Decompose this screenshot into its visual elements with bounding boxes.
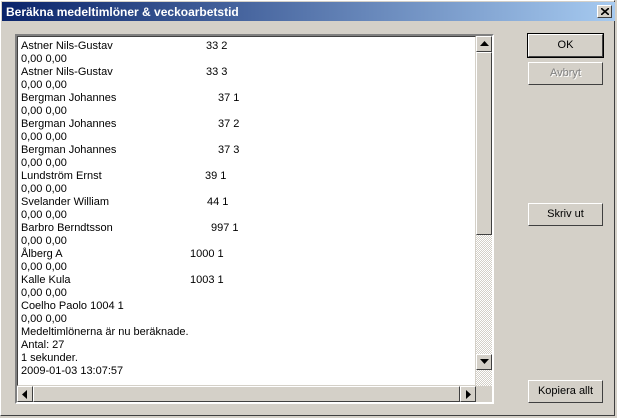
log-line: Bergman Johannes 37 3 (21, 144, 471, 157)
scrollbar-corner (476, 386, 492, 402)
log-line-text: Astner Nils-Gustav (21, 40, 113, 52)
scroll-left-button[interactable] (17, 386, 33, 402)
log-line: Barbro Berndtsson 997 1 (21, 222, 471, 235)
copy-all-button[interactable]: Kopiera allt (528, 380, 603, 403)
arrow-down-icon (480, 359, 489, 364)
arrow-left-icon (22, 390, 27, 399)
log-line-number: 1000 1 (190, 248, 224, 260)
log-line-text: 0,00 0,00 (21, 105, 67, 117)
log-line: 0,00 0,00 (21, 235, 471, 248)
log-line-number: 37 1 (218, 92, 240, 104)
log-line: Astner Nils-Gustav 33 3 (21, 66, 471, 79)
vertical-scroll-thumb[interactable] (476, 52, 492, 235)
log-line: Coelho Paolo 1004 1 (21, 300, 471, 313)
log-line-text: Svelander William (21, 196, 110, 208)
window-title: Beräkna medeltimlöner & veckoarbetstid (6, 5, 239, 19)
log-line: 0,00 0,00 (21, 209, 471, 222)
log-line-number: 39 1 (205, 170, 227, 182)
cancel-button[interactable]: Avbryt (528, 62, 603, 85)
log-line-text: Astner Nils-Gustav (21, 66, 113, 78)
log-line-text: Lundström Ernst (21, 170, 102, 182)
vertical-scrollbar[interactable] (476, 36, 492, 386)
log-line-text: 0,00 0,00 (21, 183, 67, 195)
scroll-right-button[interactable] (460, 386, 476, 402)
log-line-number: 33 3 (206, 66, 228, 78)
ok-button[interactable]: OK (527, 33, 604, 58)
log-line: 0,00 0,00 (21, 105, 471, 118)
log-line-text: Bergman Johannes (21, 92, 117, 104)
log-line-text: 0,00 0,00 (21, 235, 67, 247)
log-line: 1 sekunder. (21, 352, 471, 365)
log-line-number: 37 2 (218, 118, 240, 130)
print-button[interactable]: Skriv ut (528, 203, 603, 226)
horizontal-scroll-thumb[interactable] (33, 386, 460, 402)
arrow-right-icon (466, 390, 471, 399)
log-line-text: 0,00 0,00 (21, 131, 67, 143)
log-line-text: 0,00 0,00 (21, 287, 67, 299)
scroll-down-button[interactable] (476, 354, 492, 370)
log-line-text: 0,00 0,00 (21, 261, 67, 273)
log-line-number: 997 1 (211, 222, 239, 234)
horizontal-scrollbar[interactable] (17, 386, 476, 402)
log-line-text: 1 sekunder. (21, 352, 78, 364)
log-line: 0,00 0,00 (21, 79, 471, 92)
log-line: Bergman Johannes 37 2 (21, 118, 471, 131)
log-line-text: Kalle Kula (21, 274, 71, 286)
log-line-text: 0,00 0,00 (21, 157, 67, 169)
log-line: Antal: 27 (21, 339, 471, 352)
log-textbox[interactable]: Astner Nils-Gustav 33 2 0,00 0,00 Astner Ni… (15, 34, 494, 404)
log-textbox-inner: Astner Nils-Gustav 33 2 0,00 0,00 Astner Ni… (17, 36, 476, 386)
log-line-text: Bergman Johannes (21, 144, 117, 156)
log-line: 0,00 0,00 (21, 287, 471, 300)
log-line: 0,00 0,00 (21, 183, 471, 196)
log-line-number: 37 3 (218, 144, 240, 156)
log-line-text: Antal: 27 (21, 339, 65, 351)
log-line-text: Medeltimlönerna är nu beräknade. (21, 326, 189, 338)
log-line-text: Ålberg A (21, 248, 63, 260)
log-line-text: 0,00 0,00 (21, 209, 67, 221)
log-line-number: 33 2 (206, 40, 228, 52)
log-line: Astner Nils-Gustav 33 2 (21, 40, 471, 53)
log-line: 0,00 0,00 (21, 261, 471, 274)
title-bar[interactable]: Beräkna medeltimlöner & veckoarbetstid (2, 2, 615, 21)
log-line: Svelander William 44 1 (21, 196, 471, 209)
log-line: Bergman Johannes 37 1 (21, 92, 471, 105)
log-line: 2009-01-03 13:07:57 (21, 365, 471, 378)
scroll-up-button[interactable] (476, 36, 492, 52)
log-line: 0,00 0,00 (21, 131, 471, 144)
log-line-text: Bergman Johannes (21, 118, 117, 130)
log-line-number: 44 1 (207, 196, 229, 208)
log-line-text: Coelho Paolo 1004 1 (21, 300, 124, 312)
log-line-text: 0,00 0,00 (21, 53, 67, 65)
log-lines: Astner Nils-Gustav 33 2 0,00 0,00 Astner Ni… (21, 40, 471, 378)
log-line: 0,00 0,00 (21, 313, 471, 326)
log-line-text: 0,00 0,00 (21, 79, 67, 91)
log-line-text: 2009-01-03 13:07:57 (21, 365, 124, 377)
log-line-text: Barbro Berndtsson (21, 222, 113, 234)
log-line: Medeltimlönerna är nu beräknade. (21, 326, 471, 339)
close-icon (601, 8, 609, 15)
log-line: Lundström Ernst 39 1 (21, 170, 471, 183)
log-line: 0,00 0,00 (21, 157, 471, 170)
log-line-text: 0,00 0,00 (21, 313, 67, 325)
log-line: Ålberg A 1000 1 (21, 248, 471, 261)
close-button[interactable] (597, 5, 612, 18)
log-line: Kalle Kula 1003 1 (21, 274, 471, 287)
dialog-window: Beräkna medeltimlöner & veckoarbetstid A… (0, 0, 615, 416)
log-line-number: 1003 1 (190, 274, 224, 286)
arrow-up-icon (480, 41, 489, 46)
log-line: 0,00 0,00 (21, 53, 471, 66)
